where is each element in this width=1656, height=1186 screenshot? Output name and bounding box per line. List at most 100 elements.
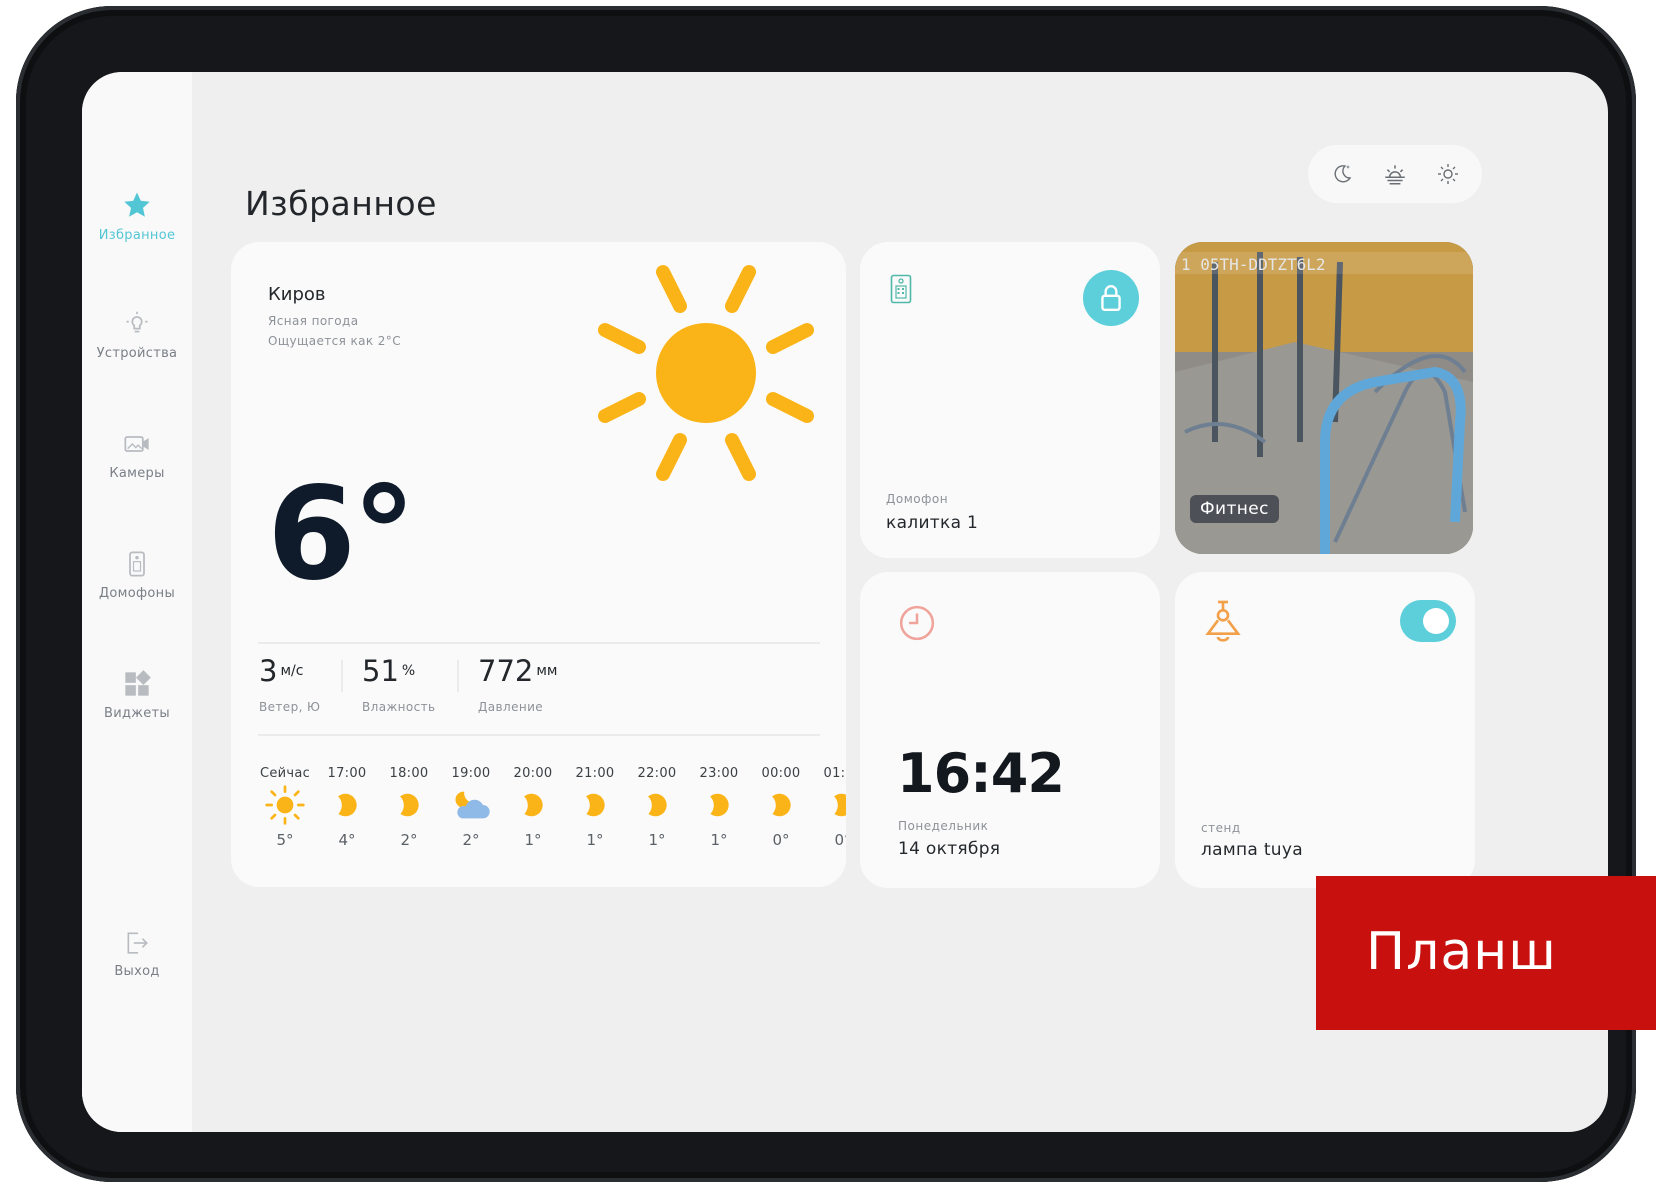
camera-icon bbox=[124, 436, 149, 452]
moon-icon bbox=[629, 785, 685, 825]
lamp-toggle[interactable] bbox=[1400, 600, 1456, 642]
humidity-stat: 51% Влажность bbox=[362, 654, 436, 714]
forecast-temp: 1° bbox=[648, 831, 666, 849]
ceiling-lamp-icon bbox=[1205, 600, 1241, 642]
svg-text:1 05TH-DDTZT6L2: 1 05TH-DDTZT6L2 bbox=[1181, 255, 1326, 274]
pressure-value: 772 bbox=[478, 654, 534, 688]
lock-icon bbox=[1101, 285, 1121, 311]
forecast-temp: 0° bbox=[772, 831, 790, 849]
forecast-item: Сейчас 5° bbox=[257, 766, 313, 849]
sun-icon[interactable] bbox=[1436, 162, 1460, 186]
intercom-type-label: Домофон bbox=[886, 492, 949, 506]
forecast-item: 17:00 4° bbox=[319, 766, 375, 849]
forecast-time: 19:00 bbox=[451, 766, 491, 781]
forecast-temp: 1° bbox=[710, 831, 728, 849]
sunrise-icon[interactable] bbox=[1382, 161, 1408, 187]
wind-value: 3 bbox=[259, 654, 278, 688]
pressure-stat: 772 мм Давление bbox=[478, 654, 557, 714]
forecast-item: 23:00 1° bbox=[691, 766, 747, 849]
page-title: Избранное bbox=[245, 184, 437, 223]
clock-card: 16:42 Понедельник 14 октября bbox=[860, 572, 1160, 888]
humidity-value: 51 bbox=[362, 654, 399, 688]
clock-date: 14 октября bbox=[898, 839, 1001, 859]
lamp-card[interactable]: стенд лампа tuya bbox=[1175, 572, 1475, 888]
camera-label: Фитнес bbox=[1190, 495, 1279, 523]
promo-banner: Планш bbox=[1316, 876, 1656, 1030]
forecast-item: 21:00 1° bbox=[567, 766, 623, 849]
logout-button[interactable]: Выход bbox=[82, 930, 192, 979]
wind-label: Ветер, Ю bbox=[259, 700, 321, 714]
forecast-time: Сейчас bbox=[259, 766, 311, 781]
forecast-item: 22:00 1° bbox=[629, 766, 685, 849]
forecast-time: 23:00 bbox=[699, 766, 739, 781]
sidebar-item-label: Домофоны bbox=[98, 586, 176, 601]
clock-time: 16:42 bbox=[897, 742, 1065, 805]
forecast-time: 01:00 bbox=[823, 766, 846, 781]
weather-card[interactable]: Киров Ясная погода Ощущается как 2°C 6° … bbox=[231, 242, 846, 887]
forecast-time: 21:00 bbox=[575, 766, 615, 781]
wind-unit: м/с bbox=[280, 662, 304, 679]
forecast-temp: 0° bbox=[834, 831, 846, 849]
promo-banner-text: Планш bbox=[1366, 922, 1557, 982]
forecast-temp: 2° bbox=[400, 831, 418, 849]
scene-mode-switch bbox=[1308, 145, 1482, 203]
logout-icon bbox=[127, 932, 148, 954]
forecast-item: 00:00 0° bbox=[753, 766, 809, 849]
humidity-unit: % bbox=[401, 662, 416, 679]
moon-icon bbox=[567, 785, 623, 825]
clock-icon bbox=[899, 605, 935, 641]
star-icon bbox=[124, 192, 150, 217]
sidebar-item-widgets[interactable]: Виджеты bbox=[82, 670, 192, 721]
moon-icon bbox=[691, 785, 747, 825]
sidebar-item-intercoms[interactable]: Домофоны bbox=[82, 550, 192, 601]
forecast-item: 19:00 2° bbox=[443, 766, 499, 849]
unlock-button[interactable] bbox=[1083, 270, 1139, 326]
forecast-item: 18:00 2° bbox=[381, 766, 437, 849]
intercom-name: калитка 1 bbox=[886, 513, 979, 533]
cloud-moon-icon bbox=[443, 785, 499, 825]
camera-card[interactable]: 1 05TH-DDTZT6L2 Фитнес bbox=[1175, 242, 1473, 554]
forecast-time: 18:00 bbox=[389, 766, 429, 781]
pressure-label: Давление bbox=[478, 700, 544, 714]
sidebar-item-devices[interactable]: Устройства bbox=[82, 310, 192, 361]
widgets-icon bbox=[125, 670, 151, 696]
moon-icon bbox=[381, 785, 437, 825]
forecast-temp: 1° bbox=[524, 831, 542, 849]
sidebar-item-cameras[interactable]: Камеры bbox=[82, 430, 192, 481]
bulb-icon bbox=[126, 311, 148, 333]
sidebar-item-label: Виджеты bbox=[103, 706, 170, 721]
intercom-icon bbox=[890, 274, 912, 304]
forecast-temp: 2° bbox=[462, 831, 480, 849]
intercom-card[interactable]: Домофон калитка 1 bbox=[860, 242, 1160, 558]
moon-icon bbox=[505, 785, 561, 825]
sidebar-item-label: Избранное bbox=[98, 228, 176, 243]
forecast-temp: 1° bbox=[586, 831, 604, 849]
clock-weekday: Понедельник bbox=[898, 819, 989, 833]
wind-stat: 3 м/с Ветер, Ю bbox=[259, 654, 320, 714]
stat-separator bbox=[341, 660, 343, 692]
moon-icon bbox=[753, 785, 809, 825]
lamp-name: лампа tuya bbox=[1201, 840, 1303, 860]
sidebar-item-label: Устройства bbox=[96, 346, 178, 361]
stat-separator bbox=[457, 660, 459, 692]
weather-divider bbox=[258, 734, 820, 736]
forecast-time: 00:00 bbox=[761, 766, 801, 781]
weather-city: Киров bbox=[268, 284, 326, 305]
moon-icon bbox=[319, 785, 375, 825]
forecast-time: 20:00 bbox=[513, 766, 553, 781]
moon-icon[interactable] bbox=[1330, 162, 1354, 186]
big-sun-icon bbox=[598, 265, 814, 481]
sidebar-item-favorites[interactable]: Избранное bbox=[82, 190, 192, 243]
weather-temperature: 6° bbox=[267, 460, 416, 609]
forecast-temp: 4° bbox=[338, 831, 356, 849]
humidity-label: Влажность bbox=[362, 700, 436, 714]
forecast-time: 17:00 bbox=[327, 766, 367, 781]
weather-feels-like: Ощущается как 2°C bbox=[268, 334, 401, 348]
weather-condition: Ясная погода bbox=[268, 314, 359, 328]
weather-divider bbox=[258, 642, 820, 644]
sidebar: Избранное Устройства Камеры Домофоны Вид… bbox=[82, 72, 192, 1132]
logout-label: Выход bbox=[114, 964, 160, 979]
hourly-forecast[interactable]: Сейчас 5° 17:00 4° 18:00 2° 19:00 2° 20:00 1° 21:0… bbox=[257, 766, 846, 856]
forecast-item: 01:00 0° bbox=[815, 766, 846, 849]
toggle-knob bbox=[1423, 608, 1449, 634]
